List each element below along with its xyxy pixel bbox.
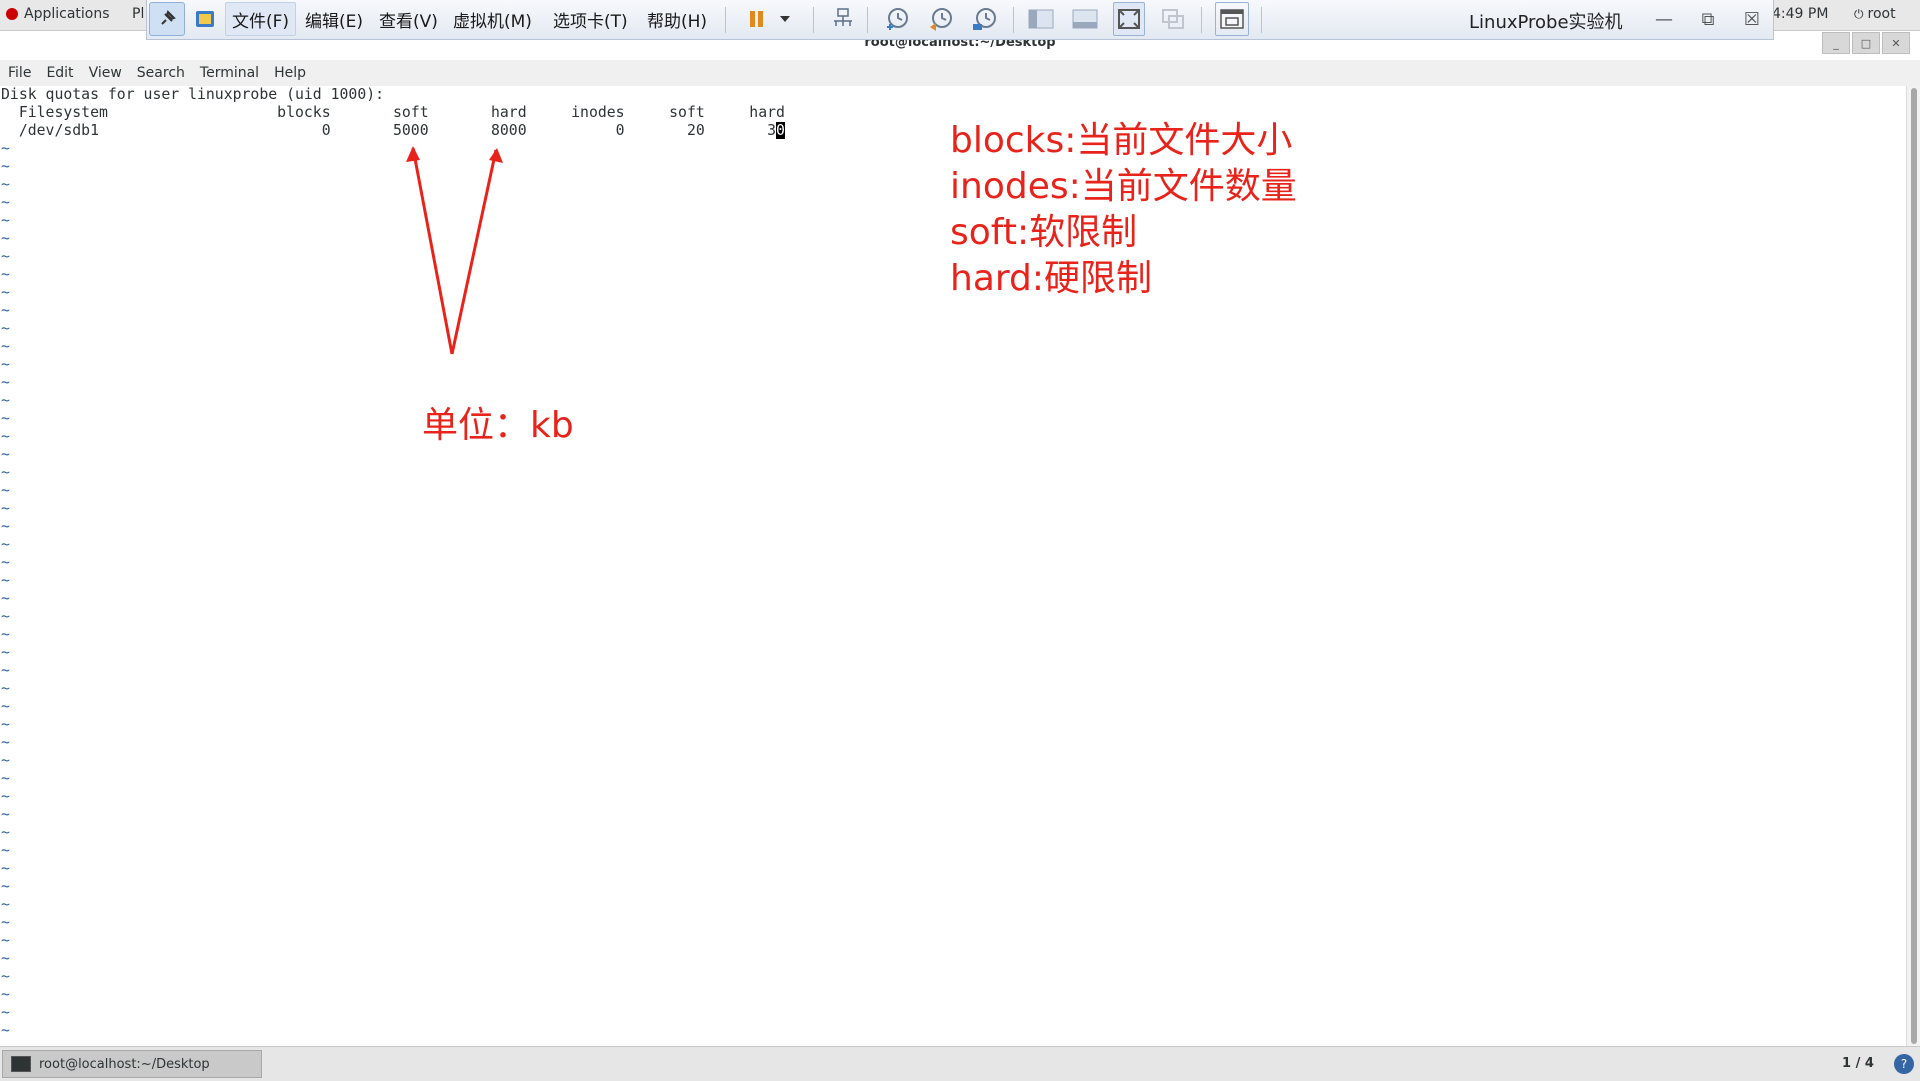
taskbar-terminal-label: root@localhost:~/Desktop [39, 1056, 210, 1072]
legend-inodes: inodes:当前文件数量 [950, 166, 1297, 207]
terminal-icon [11, 1056, 31, 1072]
legend-soft: soft:软限制 [950, 212, 1138, 253]
legend-hard: hard:硬限制 [950, 258, 1153, 299]
help-icon[interactable]: ? [1894, 1054, 1914, 1074]
annotation-unit: 单位：kb [422, 405, 574, 446]
legend-blocks: blocks:当前文件大小 [950, 120, 1293, 161]
taskbar-terminal-button[interactable]: root@localhost:~/Desktop [2, 1050, 262, 1078]
annotation-legend: blocks:当前文件大小 inodes:当前文件数量 soft:软限制 har… [950, 118, 1297, 302]
workspace-indicator[interactable]: 1 / 4 [1842, 1056, 1874, 1071]
taskbar: root@localhost:~/Desktop 1 / 4 ? [0, 1046, 1920, 1081]
